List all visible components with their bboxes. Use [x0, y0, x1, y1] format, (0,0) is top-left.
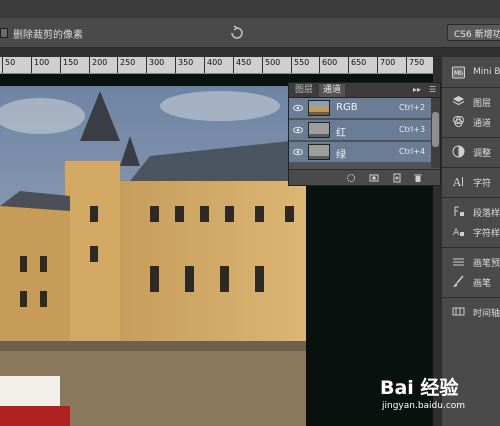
channel-shortcut: Ctrl+2	[399, 103, 426, 112]
divider	[442, 197, 500, 198]
dock-item-label: 调整	[473, 149, 492, 159]
ruler-tick: 400	[204, 57, 222, 73]
divider	[442, 247, 500, 248]
ruler-tick: 150	[60, 57, 78, 73]
workspace-button-label: CS6 新增功能	[454, 30, 500, 40]
dock-item-layers[interactable]: 图层	[442, 92, 500, 112]
character-styles-icon: A	[453, 228, 464, 238]
dock-item-mini-bridge[interactable]: Mb Mini Bridge	[442, 63, 500, 83]
workspace-button[interactable]: CS6 新增功能	[447, 24, 500, 41]
ruler-tick: 250	[117, 57, 135, 73]
scrollbar-thumb[interactable]	[432, 112, 439, 147]
channel-thumbnail	[308, 122, 330, 138]
channel-row-rgb[interactable]: RGB Ctrl+2	[289, 98, 431, 119]
visibility-eye-icon[interactable]	[293, 103, 303, 113]
ruler-tick: 600	[319, 57, 337, 73]
dock-item-brush[interactable]: 画笔	[442, 272, 500, 292]
brush-icon	[453, 275, 464, 287]
dock-item-label: 字符样式	[473, 229, 500, 239]
channels-panel: 图层 通道 ▸▸ ☰ RGB Ctrl+2 红 Ctrl+3 绿 Ctrl+4	[288, 82, 441, 186]
dock-item-timeline[interactable]: 时间轴	[442, 302, 500, 322]
baidu-jingyan-watermark: Bai 经验 jingyan.baidu.com	[380, 373, 495, 423]
channel-row-green[interactable]: 绿 Ctrl+4	[289, 142, 431, 163]
dock-item-label: 段落样式	[473, 209, 500, 219]
dock-item-channels[interactable]: 通道	[442, 112, 500, 132]
dock-item-brush-presets[interactable]: 画笔预设	[442, 252, 500, 272]
panel-menu-icon[interactable]: ☰	[429, 85, 436, 94]
ruler-tick: 100	[31, 57, 49, 73]
tab-layers[interactable]: 图层	[291, 84, 317, 97]
channel-thumbnail	[308, 144, 330, 160]
ruler-tick: 500	[262, 57, 280, 73]
rotate-reset-icon[interactable]	[229, 25, 245, 41]
ruler-tick: 450	[233, 57, 251, 73]
channels-scrollbar[interactable]	[431, 98, 440, 168]
panel-dock: Mb Mini Bridge 图层 通道 调整 A 字符 段落样式 A 字符样式…	[441, 57, 500, 426]
delete-cropped-checkbox[interactable]	[0, 28, 8, 38]
title-strip	[0, 0, 500, 18]
dock-item-label: 时间轴	[473, 309, 500, 319]
svg-text:A: A	[453, 228, 460, 238]
adjustments-icon	[452, 145, 465, 158]
svg-text:Mb: Mb	[454, 70, 463, 77]
watermark-logo: Bai 经验	[380, 377, 459, 399]
dock-item-label: 字符	[473, 179, 492, 189]
divider	[442, 137, 500, 138]
divider	[442, 297, 500, 298]
divider	[442, 87, 500, 88]
dock-item-label: Mini Bridge	[473, 67, 500, 77]
dock-item-label: 通道	[473, 119, 492, 129]
ruler-tick: 200	[89, 57, 107, 73]
ruler-tick: 350	[175, 57, 193, 73]
divider	[442, 167, 500, 168]
dock-item-adjustments[interactable]: 调整	[442, 142, 500, 162]
delete-cropped-label: 删除裁剪的像素	[13, 30, 83, 41]
timeline-icon	[452, 307, 465, 316]
channel-name: 绿	[336, 150, 346, 161]
channel-name: RGB	[336, 102, 358, 113]
ruler-tick: 300	[146, 57, 164, 73]
channels-panel-tabs: 图层 通道 ▸▸ ☰	[289, 83, 440, 98]
ruler-tick: 50	[2, 57, 15, 73]
dock-item-label: 画笔预设	[473, 259, 500, 269]
ruler-tick: 650	[348, 57, 366, 73]
visibility-eye-icon[interactable]	[293, 147, 303, 157]
load-selection-icon[interactable]	[346, 173, 356, 183]
dock-item-character[interactable]: A 字符	[442, 172, 500, 192]
visibility-eye-icon[interactable]	[293, 125, 303, 135]
document-image[interactable]	[0, 86, 306, 426]
ruler-tick: 750	[406, 57, 424, 73]
mini-bridge-icon: Mb	[452, 66, 465, 79]
channel-name: 红	[336, 128, 346, 139]
tab-channels[interactable]: 通道	[319, 84, 346, 97]
ruler-tick: 550	[291, 57, 309, 73]
channel-row-red[interactable]: 红 Ctrl+3	[289, 120, 431, 141]
dock-item-label: 画笔	[473, 279, 492, 289]
character-icon: A	[452, 176, 463, 188]
channel-shortcut: Ctrl+3	[399, 125, 426, 134]
horizontal-ruler: 50 100 150 200 250 300 350 400 450 500 5…	[0, 57, 433, 74]
panel-collapse-icon[interactable]: ▸▸	[413, 85, 421, 94]
watermark-url: jingyan.baidu.com	[382, 401, 466, 411]
layers-icon	[452, 96, 465, 106]
dock-item-label: 图层	[473, 99, 492, 109]
channels-panel-footer	[289, 169, 440, 185]
save-selection-icon[interactable]	[369, 173, 379, 183]
channel-thumbnail	[308, 100, 330, 116]
svg-text:A: A	[452, 176, 462, 188]
new-channel-icon[interactable]	[392, 173, 402, 183]
paragraph-styles-icon	[454, 206, 464, 216]
ruler-tick: 700	[377, 57, 395, 73]
channel-shortcut: Ctrl+4	[399, 147, 426, 156]
dock-item-paragraph-styles[interactable]: 段落样式	[442, 202, 500, 222]
brush-presets-icon	[453, 258, 464, 266]
delete-channel-icon[interactable]	[413, 173, 423, 183]
channels-icon	[453, 116, 464, 127]
dock-item-character-styles[interactable]: A 字符样式	[442, 222, 500, 242]
